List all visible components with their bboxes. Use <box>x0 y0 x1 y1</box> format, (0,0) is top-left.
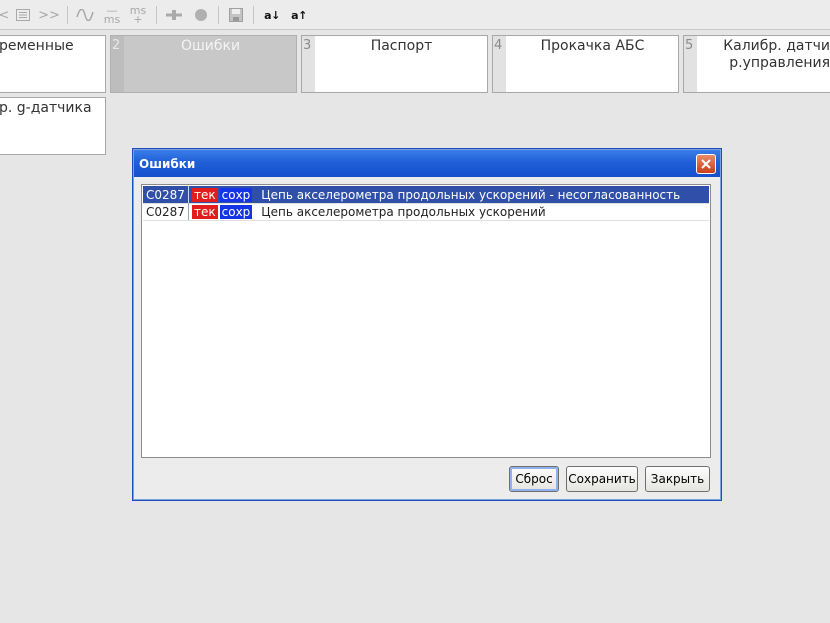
tile-calibration-steering[interactable]: 5 Калибр. датчи р.управления <box>683 35 830 93</box>
forward-icon[interactable]: >> <box>38 4 60 26</box>
status-badge-saved: сохр <box>219 187 253 202</box>
list-item[interactable]: C0287 тек сохр Цепь акселерометра продол… <box>143 203 709 220</box>
sort-up-icon[interactable]: a↑ <box>289 4 309 26</box>
status-badge-current: тек <box>192 187 218 202</box>
error-list[interactable]: C0287 тек сохр Цепь акселерометра продол… <box>141 184 711 458</box>
toolbar-separator <box>67 6 68 24</box>
tile-number: 5 <box>684 36 697 92</box>
tile-label: Ошибки <box>180 38 241 54</box>
record-dot-icon[interactable] <box>192 4 210 26</box>
tile-label: р. g-датчика <box>0 100 92 116</box>
error-code: C0287 <box>143 186 189 203</box>
tile-errors[interactable]: 2 Ошибки <box>110 35 297 93</box>
list-item[interactable]: C0287 тек сохр Цепь акселерометра продол… <box>143 186 709 203</box>
ms-increase-icon[interactable]: ms + <box>127 4 149 26</box>
ms-increase-bottom: + <box>133 13 143 26</box>
dialog-title: Ошибки <box>139 157 196 171</box>
sort-up-label: a↑ <box>291 8 307 22</box>
tile-g-sensor[interactable]: р. g-датчика <box>0 97 106 155</box>
toolbar-separator <box>218 6 219 24</box>
error-code: C0287 <box>143 203 189 220</box>
status-badge-saved: сохр <box>219 204 253 219</box>
toolbar: < >> — ms ms + a↓ a↑ <box>0 0 830 30</box>
ms-decrease-bottom: ms <box>103 13 121 26</box>
back-icon[interactable]: < <box>0 4 10 26</box>
dialog-title-bar[interactable]: Ошибки <box>134 150 720 177</box>
sort-down-label: a↓ <box>264 8 280 22</box>
row-divider <box>143 220 709 221</box>
errors-dialog: Ошибки C0287 тек сохр Цепь акселерометра… <box>132 148 722 501</box>
crosshair-icon[interactable] <box>164 4 184 26</box>
close-icon[interactable] <box>696 154 716 174</box>
tile-label: ременные <box>0 38 74 54</box>
list-icon[interactable] <box>14 4 32 26</box>
tile-passport[interactable]: 3 Паспорт <box>301 35 488 93</box>
save-icon[interactable] <box>226 4 246 26</box>
sort-down-icon[interactable]: a↓ <box>262 4 282 26</box>
save-button[interactable]: Сохранить <box>566 466 638 492</box>
wave-icon[interactable] <box>75 4 95 26</box>
tile-label: Калибр. датчи р.управления <box>698 38 830 72</box>
back-glyph: < <box>0 7 10 23</box>
tile-variables[interactable]: ременные <box>0 35 106 93</box>
tile-number: 4 <box>493 36 506 92</box>
reset-button[interactable]: Сброс <box>509 466 559 492</box>
toolbar-separator <box>156 6 157 24</box>
close-button[interactable]: Закрыть <box>645 466 710 492</box>
ms-decrease-icon[interactable]: — ms <box>101 4 123 26</box>
tile-abs-bleeding[interactable]: 4 Прокачка АБС <box>492 35 679 93</box>
tile-label-line1: Калибр. датчи <box>723 38 830 54</box>
forward-glyph: >> <box>38 7 60 23</box>
tile-label: Паспорт <box>370 38 433 54</box>
tile-label-line2: р.управления <box>729 55 830 71</box>
tile-number: 2 <box>111 36 124 92</box>
tile-number: 3 <box>302 36 315 92</box>
tile-label: Прокачка АБС <box>540 38 645 54</box>
error-description: Цепь акселерометра продольных ускорений … <box>261 187 681 202</box>
toolbar-separator <box>253 6 254 24</box>
status-badge-current: тек <box>192 204 218 219</box>
error-description: Цепь акселерометра продольных ускорений <box>261 204 546 219</box>
